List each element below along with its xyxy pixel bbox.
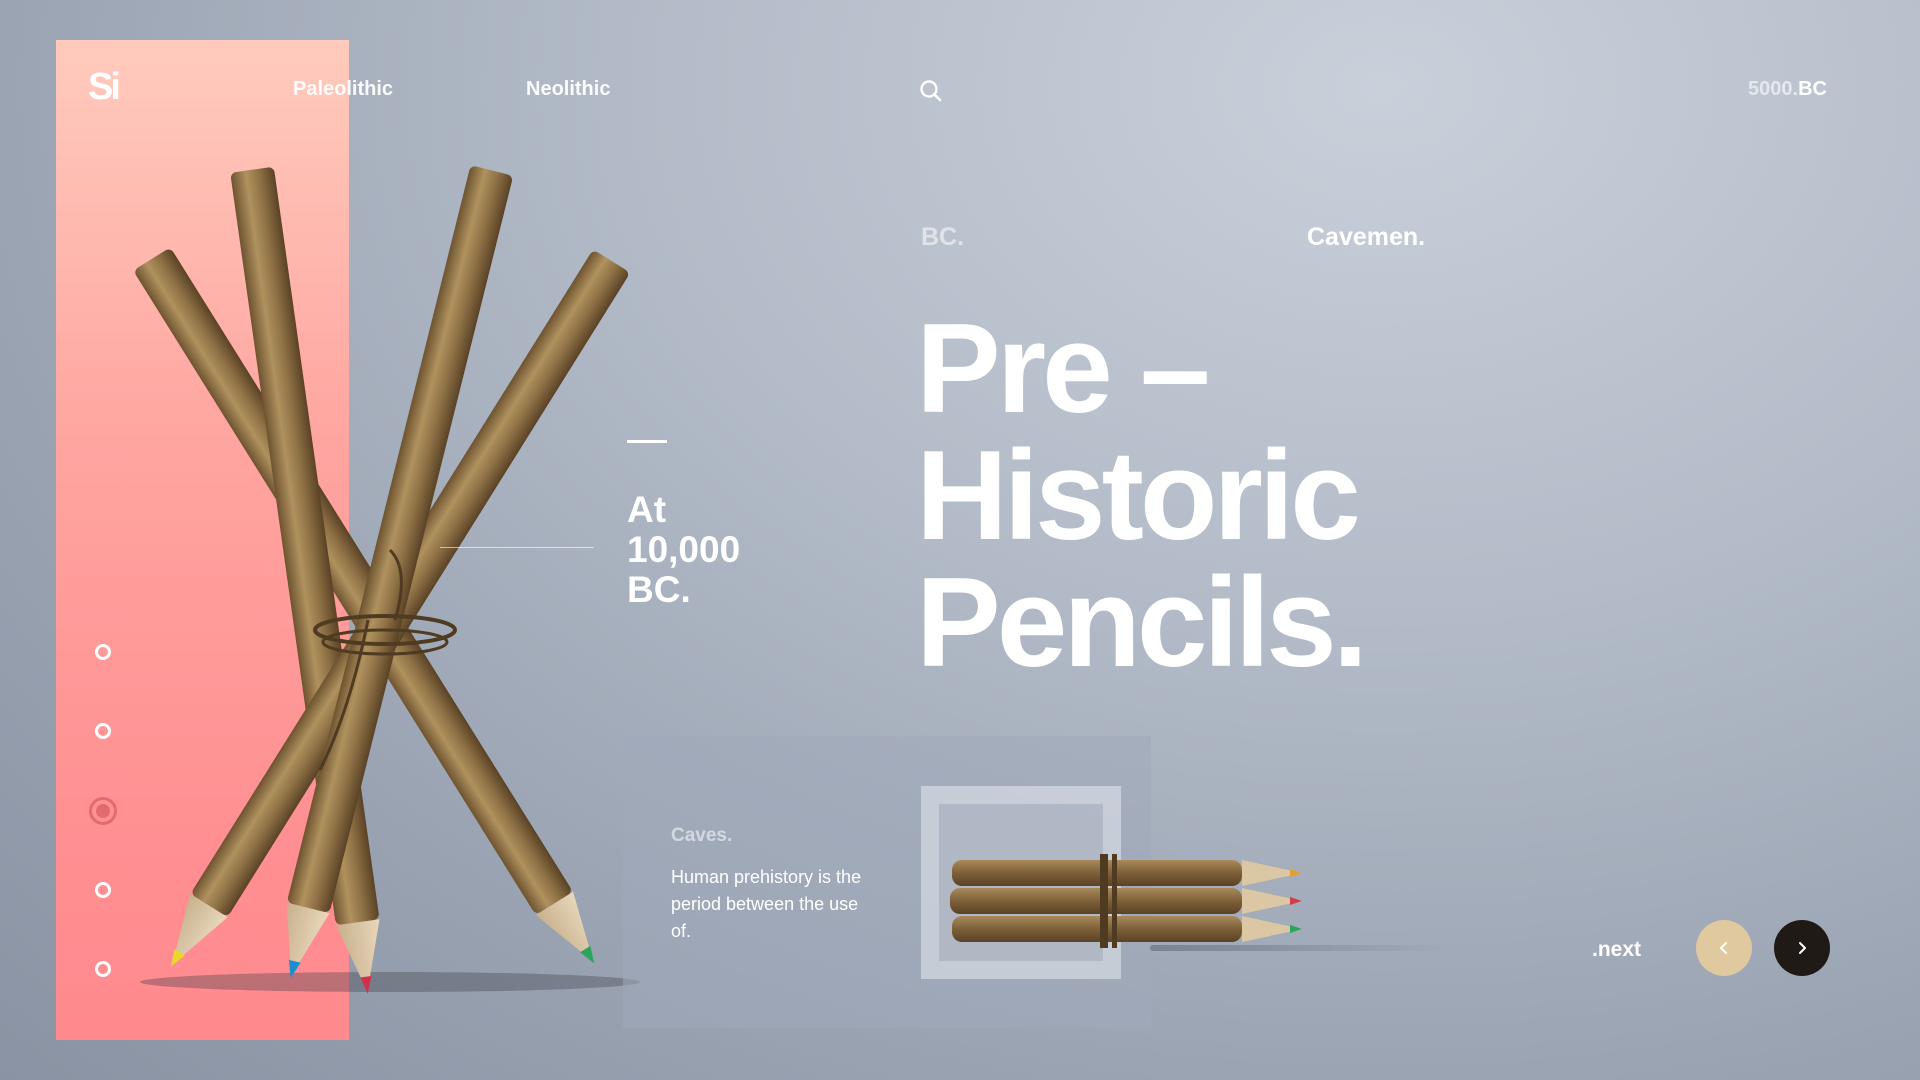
kicker-bc: BC. (921, 223, 965, 251)
active-dot-fill (96, 804, 110, 818)
chevron-right-icon (1799, 942, 1806, 954)
nav-paleolithic[interactable]: Paleolithic (293, 78, 393, 101)
chevron-left-icon (1720, 942, 1727, 954)
next-button[interactable] (1774, 920, 1830, 976)
year-prefix: 5000. (1748, 78, 1799, 100)
prev-button[interactable] (1696, 920, 1752, 976)
callout-line (440, 547, 594, 548)
year-suffix: BC (1798, 78, 1827, 100)
title-line-2: Historic (916, 424, 1361, 566)
logo[interactable]: Si (88, 66, 132, 110)
title-line-3: Pencils. (916, 551, 1368, 693)
page-title: Pre – Historic Pencils. (916, 297, 1368, 693)
card-label: Caves. (671, 825, 733, 846)
kicker-cavemen: Cavemen. (1307, 223, 1426, 251)
pagination-dot-4[interactable] (95, 882, 111, 898)
pagination-dot-1[interactable] (95, 644, 111, 660)
nav-neolithic[interactable]: Neolithic (526, 78, 610, 101)
pagination-dot-2[interactable] (95, 723, 111, 739)
callout-dash (627, 440, 667, 443)
title-line-1: Pre – (916, 297, 1211, 439)
pagination-dot-active[interactable] (89, 797, 117, 825)
crossed-pencils-image (135, 166, 640, 994)
next-label[interactable]: .next (1592, 938, 1641, 962)
callout-line-2: 10,000 (627, 529, 741, 570)
year-label[interactable]: 5000.BC (1748, 78, 1827, 101)
callout-line-3: BC. (627, 569, 691, 610)
pagination-dot-5[interactable] (95, 961, 111, 977)
search-icon[interactable] (918, 78, 944, 104)
card-text: Human prehistory is the period between t… (671, 867, 862, 941)
pencil-bundle-image (950, 854, 1302, 948)
callout-line-1: At (627, 489, 667, 530)
logo-text: Si (88, 66, 121, 108)
callout-text: At 10,000 BC. (627, 490, 740, 610)
